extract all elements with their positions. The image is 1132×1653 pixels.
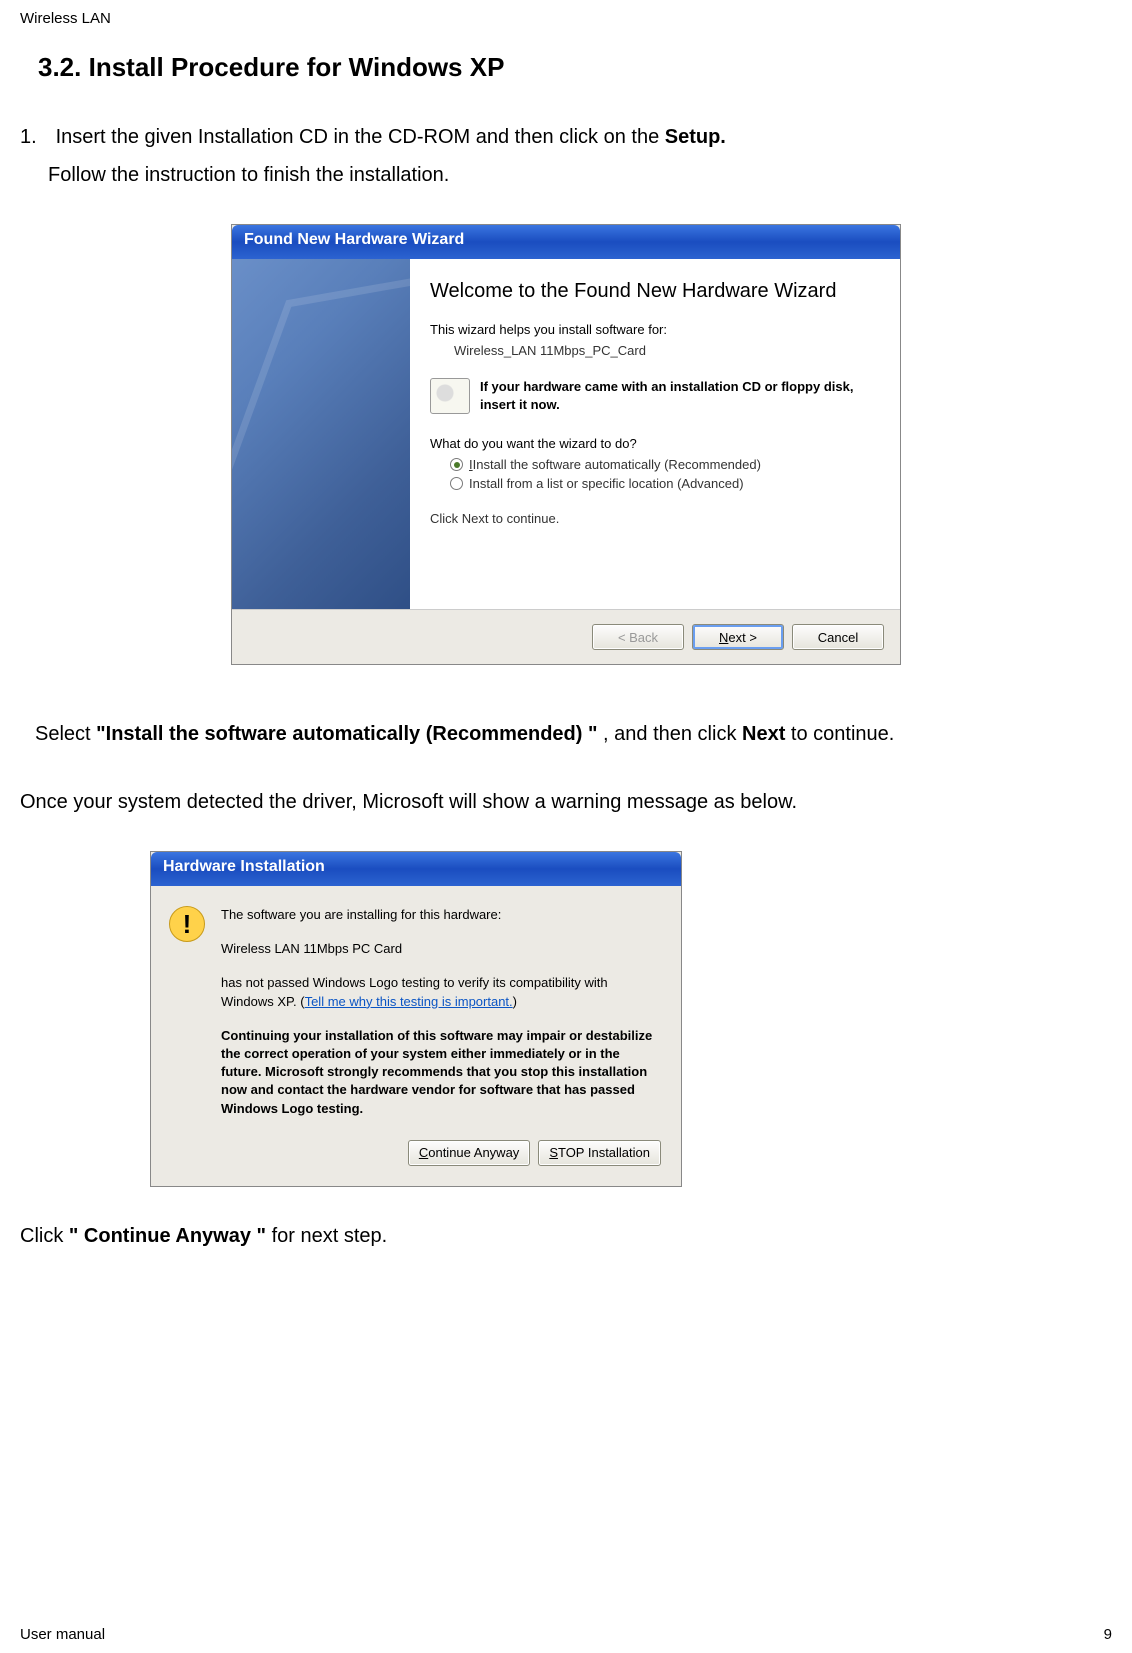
step-number: 1.	[20, 118, 50, 156]
wizard-device-name: Wireless_LAN 11Mbps_PC_Card	[454, 343, 878, 358]
wizard-continue-text: Click Next to continue.	[430, 511, 878, 526]
doc-header: Wireless LAN	[20, 10, 1112, 27]
radio-auto-label: IInstall the software automatically (Rec…	[469, 457, 761, 472]
click-prefix: Click	[20, 1225, 69, 1247]
step-setup-word: Setup.	[665, 126, 726, 148]
hw-line3: has not passed Windows Logo testing to v…	[221, 974, 661, 1010]
radio-checked-icon	[450, 458, 463, 471]
hw-line3-suffix: )	[513, 994, 517, 1009]
select-bold: "Install the software automatically (Rec…	[96, 723, 597, 745]
select-suffix: to continue.	[791, 723, 894, 745]
wizard-decorative-panel	[232, 259, 410, 609]
warning-icon: !	[169, 906, 205, 942]
hw-title-bar: Hardware Installation	[151, 852, 681, 886]
wizard-content: Welcome to the Found New Hardware Wizard…	[410, 259, 900, 609]
select-mid: , and then click	[603, 723, 742, 745]
found-new-hardware-wizard: Found New Hardware Wizard Welcome to the…	[231, 224, 901, 665]
cd-instruction-row: If your hardware came with an installati…	[430, 378, 878, 414]
footer-left: User manual	[20, 1626, 105, 1643]
cd-instruction-text: If your hardware came with an installati…	[480, 378, 878, 413]
stop-installation-button[interactable]: STOP Installation	[538, 1140, 661, 1166]
page-number: 9	[1104, 1626, 1112, 1643]
wizard-question: What do you want the wizard to do?	[430, 436, 878, 451]
hardware-installation-dialog: Hardware Installation ! The software you…	[150, 851, 682, 1187]
hw-bold-warning: Continuing your installation of this sof…	[221, 1027, 661, 1118]
step-1: 1. Insert the given Installation CD in t…	[20, 118, 1112, 194]
wizard-button-row: < Back Next > Cancel	[232, 609, 900, 664]
detected-instruction: Once your system detected the driver, Mi…	[20, 783, 1112, 821]
continue-anyway-button[interactable]: Continue Anyway	[408, 1140, 530, 1166]
click-bold: " Continue Anyway "	[69, 1225, 266, 1247]
select-next-word: Next	[742, 723, 785, 745]
footer: User manual 9	[20, 1626, 1112, 1643]
section-heading: 3.2. Install Procedure for Windows XP	[38, 52, 1112, 83]
radio-option-auto[interactable]: IInstall the software automatically (Rec…	[450, 457, 878, 472]
back-button: < Back	[592, 624, 684, 650]
wizard-title-bar: Found New Hardware Wizard	[232, 225, 900, 259]
step-text-1: Insert the given Installation CD in the …	[56, 126, 665, 148]
hw-testing-link[interactable]: Tell me why this testing is important.	[305, 994, 513, 1009]
hw-line1: The software you are installing for this…	[221, 906, 661, 924]
radio-option-specific[interactable]: Install from a list or specific location…	[450, 476, 878, 491]
hw-button-row: Continue Anyway STOP Installation	[151, 1134, 681, 1186]
step-text-2: Follow the instruction to finish the ins…	[48, 164, 449, 186]
click-suffix: for next step.	[272, 1225, 388, 1247]
hw-body: ! The software you are installing for th…	[151, 886, 681, 1134]
wizard-helps-text: This wizard helps you install software f…	[430, 322, 878, 337]
select-instruction: Select "Install the software automatical…	[35, 715, 1112, 753]
cd-icon	[430, 378, 470, 414]
wizard-heading: Welcome to the Found New Hardware Wizard	[430, 279, 878, 304]
cancel-button[interactable]: Cancel	[792, 624, 884, 650]
continue-instruction: Click " Continue Anyway " for next step.	[20, 1217, 1112, 1255]
select-prefix: Select	[35, 723, 96, 745]
next-button[interactable]: Next >	[692, 624, 784, 650]
radio-specific-label: Install from a list or specific location…	[469, 476, 744, 491]
hw-line2: Wireless LAN 11Mbps PC Card	[221, 940, 661, 958]
wizard-body: Welcome to the Found New Hardware Wizard…	[232, 259, 900, 609]
radio-unchecked-icon	[450, 477, 463, 490]
